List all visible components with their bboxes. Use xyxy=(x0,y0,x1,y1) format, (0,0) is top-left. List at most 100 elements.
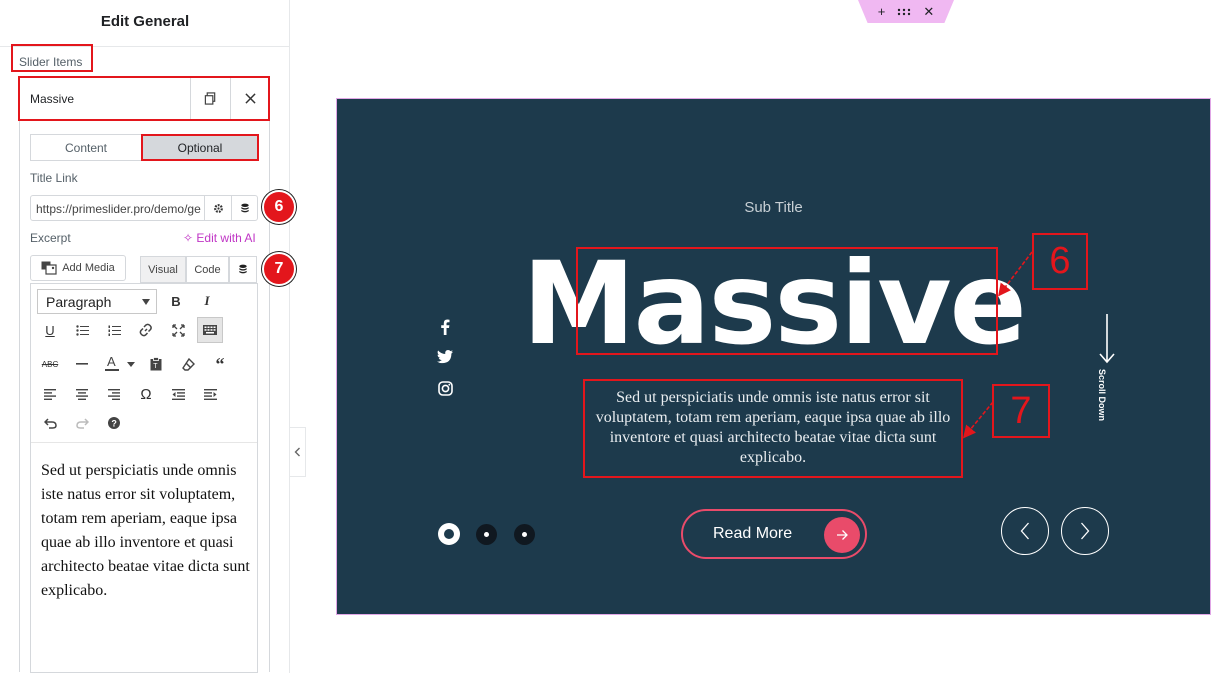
arrow-right-icon xyxy=(824,517,860,553)
editor-panel: Edit General Slider Items Massive Conten… xyxy=(0,0,296,673)
outdent-icon xyxy=(171,388,185,400)
repeater-item-title[interactable]: Massive xyxy=(30,92,74,106)
align-right-icon xyxy=(108,388,120,400)
text-color-icon: A xyxy=(105,354,135,371)
tab-visual[interactable]: Visual xyxy=(140,256,186,283)
tab-content[interactable]: Content xyxy=(30,134,142,161)
clear-formatting-button[interactable] xyxy=(175,351,201,377)
svg-text:T: T xyxy=(153,363,158,370)
prev-slide-button[interactable] xyxy=(1001,507,1049,555)
gear-icon xyxy=(213,203,223,213)
media-icon xyxy=(41,261,57,275)
next-slide-button[interactable] xyxy=(1061,507,1109,555)
editor-toolbar: Paragraph B I U ABC A T “ Ω ? xyxy=(31,284,257,443)
slider-items-label: Slider Items xyxy=(11,44,93,72)
slider-preview: Sub Title Massive Sed ut perspiciatis un… xyxy=(336,98,1211,615)
bold-button[interactable]: B xyxy=(163,288,189,314)
drag-handle-icon[interactable] xyxy=(897,4,911,19)
redo-icon xyxy=(75,417,89,429)
fullscreen-button[interactable] xyxy=(165,317,191,343)
undo-icon xyxy=(43,417,57,429)
help-icon: ? xyxy=(108,417,120,429)
section-handle[interactable]: + ✕ xyxy=(858,0,954,23)
repeater-item[interactable]: Massive xyxy=(18,76,270,121)
bullet-list-button[interactable] xyxy=(69,317,95,343)
pagination-dot-active[interactable] xyxy=(438,523,460,545)
database-icon xyxy=(239,264,247,274)
underline-icon: U xyxy=(45,322,55,338)
italic-button[interactable]: I xyxy=(194,288,220,314)
paste-text-button[interactable]: T xyxy=(143,351,169,377)
collapse-panel-button[interactable] xyxy=(290,427,306,477)
tab-optional[interactable]: Optional xyxy=(141,134,259,161)
help-button[interactable]: ? xyxy=(101,410,127,436)
align-left-button[interactable] xyxy=(37,381,63,407)
title-link-label: Title Link xyxy=(30,171,78,185)
align-right-button[interactable] xyxy=(101,381,127,407)
link-options-button[interactable] xyxy=(204,196,231,220)
remove-item-button[interactable] xyxy=(230,78,270,119)
add-media-button[interactable]: Add Media xyxy=(30,255,126,281)
keyboard-icon xyxy=(203,325,217,335)
title-link-field[interactable]: https://primeslider.pro/demo/ge xyxy=(30,195,258,221)
align-left-icon xyxy=(44,388,56,400)
item-tabs: Content Optional xyxy=(30,134,259,161)
strikethrough-icon: ABC xyxy=(41,359,59,369)
link-button[interactable] xyxy=(133,317,159,343)
excerpt-dynamic-tags-button[interactable] xyxy=(229,256,257,283)
pagination-dot[interactable] xyxy=(514,524,535,545)
read-more-label: Read More xyxy=(713,525,793,542)
read-more-button[interactable]: Read More xyxy=(681,509,867,559)
panel-title: Edit General xyxy=(100,13,190,30)
underline-button[interactable]: U xyxy=(37,317,63,343)
slide-sub-title: Sub Title xyxy=(744,199,803,216)
dynamic-tags-button[interactable] xyxy=(231,196,258,220)
special-character-button[interactable]: Ω xyxy=(133,381,159,407)
pagination-dot[interactable] xyxy=(476,524,497,545)
scroll-down-label[interactable]: Scroll Down xyxy=(1097,369,1107,479)
chevron-down-icon xyxy=(142,299,150,305)
redo-button[interactable] xyxy=(69,410,95,436)
facebook-icon[interactable] xyxy=(435,317,455,337)
indent-icon xyxy=(203,388,217,400)
tab-code[interactable]: Code xyxy=(186,256,229,283)
annotation-badge-7: 7 xyxy=(262,252,296,286)
numbered-list-button[interactable] xyxy=(101,317,127,343)
sparkle-icon: ✧ xyxy=(183,231,194,245)
edit-with-ai-label: Edit with AI xyxy=(196,231,256,245)
italic-icon: I xyxy=(204,293,210,308)
align-center-icon xyxy=(76,388,88,400)
title-link-input[interactable]: https://primeslider.pro/demo/ge xyxy=(36,202,204,216)
add-icon[interactable]: + xyxy=(878,4,886,19)
close-icon[interactable]: ✕ xyxy=(923,4,934,20)
chevron-left-icon xyxy=(294,447,300,457)
editor-content[interactable]: Sed ut perspiciatis unde omnis iste natu… xyxy=(41,459,251,603)
svg-text:A: A xyxy=(107,354,116,369)
strikethrough-button[interactable]: ABC xyxy=(37,351,63,377)
numbered-list-icon xyxy=(108,325,121,336)
database-icon xyxy=(241,203,249,212)
eraser-icon xyxy=(181,357,195,371)
rich-text-editor: Paragraph B I U ABC A T “ Ω ? Sed ut per… xyxy=(30,283,258,673)
duplicate-button[interactable] xyxy=(190,78,230,119)
omega-icon: Ω xyxy=(140,385,152,403)
indent-button[interactable] xyxy=(197,381,223,407)
excerpt-label: Excerpt xyxy=(30,231,71,245)
format-select[interactable]: Paragraph xyxy=(37,289,157,314)
edit-with-ai-link[interactable]: ✧ Edit with AI xyxy=(183,231,256,245)
twitter-icon[interactable] xyxy=(435,347,455,367)
align-center-button[interactable] xyxy=(69,381,95,407)
format-select-value: Paragraph xyxy=(46,294,112,310)
text-color-button[interactable]: A xyxy=(101,351,139,377)
annotation-box-excerpt xyxy=(583,379,963,478)
chevron-left-icon xyxy=(1020,522,1029,540)
horizontal-line-button[interactable] xyxy=(69,351,95,377)
outdent-button[interactable] xyxy=(165,381,191,407)
instagram-icon[interactable] xyxy=(435,378,455,398)
undo-button[interactable] xyxy=(37,410,63,436)
annotation-badge-6: 6 xyxy=(262,190,296,224)
chevron-right-icon xyxy=(1081,522,1090,540)
bullet-list-icon xyxy=(75,324,89,336)
blockquote-button[interactable]: “ xyxy=(207,351,233,377)
toolbar-toggle-button[interactable] xyxy=(197,317,223,343)
